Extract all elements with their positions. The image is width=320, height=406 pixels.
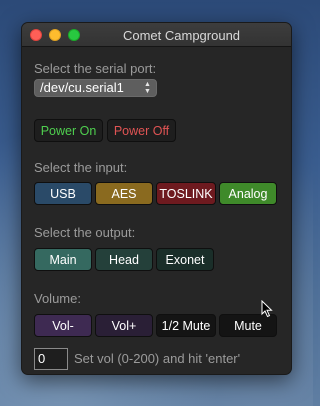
close-button[interactable] (30, 29, 42, 41)
minimize-button[interactable] (49, 29, 61, 41)
output-main-button[interactable]: Main (34, 248, 92, 271)
mouse-pointer-icon (261, 300, 273, 318)
volume-down-button[interactable]: Vol- (34, 314, 92, 337)
serial-port-value: /dev/cu.serial1 (40, 80, 124, 95)
output-exonet-button[interactable]: Exonet (156, 248, 214, 271)
input-usb-button[interactable]: USB (34, 182, 92, 205)
window-title: Comet Campground (122, 28, 241, 43)
output-head-button[interactable]: Head (95, 248, 153, 271)
serial-port-label: Select the serial port: (34, 61, 157, 76)
input-toslink-button[interactable]: TOSLINK (156, 182, 216, 205)
input-analog-button[interactable]: Analog (219, 182, 277, 205)
title-bar: Comet Campground (22, 23, 291, 47)
input-label: Select the input: (34, 160, 128, 175)
chevron-updown-icon: ▲ ▼ (144, 81, 151, 95)
power-off-button[interactable]: Power Off (107, 119, 176, 142)
output-label: Select the output: (34, 225, 136, 240)
input-aes-button[interactable]: AES (95, 182, 153, 205)
volume-input[interactable]: 0 (34, 348, 68, 370)
volume-hint: Set vol (0-200) and hit 'enter' (74, 351, 241, 366)
app-window: Comet Campground Select the serial port:… (21, 22, 292, 375)
volume-up-button[interactable]: Vol+ (95, 314, 153, 337)
power-on-button[interactable]: Power On (34, 119, 103, 142)
volume-label: Volume: (34, 291, 81, 306)
half-mute-button[interactable]: 1/2 Mute (156, 314, 216, 337)
serial-port-select[interactable]: /dev/cu.serial1 ▲ ▼ (34, 79, 157, 97)
zoom-button[interactable] (68, 29, 80, 41)
